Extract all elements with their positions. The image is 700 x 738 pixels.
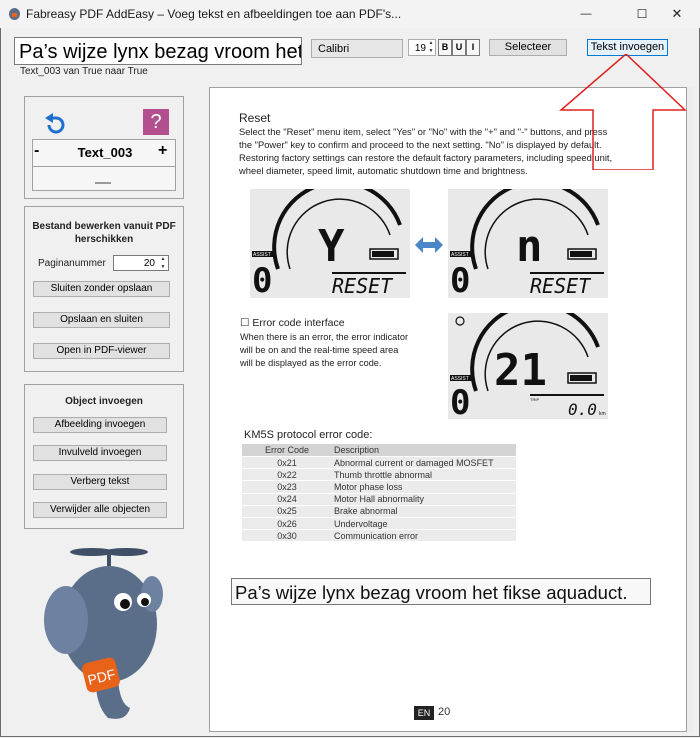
placed-text-object[interactable]: Pa’s wijze lynx bezag vroom het fikse aq… — [231, 578, 651, 605]
lcd-level: 0 — [450, 383, 470, 419]
table-header-cell: Description — [332, 444, 516, 457]
footer-page-number: 20 — [438, 706, 451, 718]
footer-language-badge: EN — [414, 706, 434, 720]
error-interface-heading: ☐ Error code interface — [240, 317, 345, 329]
minimize-button[interactable]: — — [563, 0, 609, 28]
lcd-big-digit: n — [516, 221, 543, 272]
open-in-pdf-viewer-button[interactable]: Open in PDF-viewer — [33, 343, 170, 359]
table-header-cell: Error Code — [242, 444, 332, 457]
lcd-assist-label: ASSIST — [451, 252, 469, 258]
close-button[interactable]: ✕ — [654, 0, 700, 28]
elephant-mascot-icon: PDF — [44, 548, 163, 719]
protocol-title: KM5S protocol error code: — [244, 429, 373, 441]
lcd-level: 0 — [450, 261, 470, 298]
previous-object-button[interactable]: - — [34, 142, 48, 160]
next-object-button[interactable]: + — [158, 142, 172, 160]
help-button[interactable]: ? — [143, 109, 169, 135]
error-code-cell: 0x22 — [242, 468, 332, 481]
close-without-saving-button[interactable]: Sluiten zonder opslaan — [33, 281, 170, 297]
error-code-cell: 0x24 — [242, 492, 332, 506]
reset-heading: Reset — [239, 111, 271, 125]
select-button[interactable]: Selecteer — [489, 39, 567, 56]
red-arrow-annotation-icon — [558, 54, 687, 170]
reset-body-line: Select the "Reset" menu item, select "Ye… — [239, 126, 608, 137]
reset-body-line: wheel diameter, speed limit, automatic s… — [239, 165, 528, 176]
double-arrow-icon — [415, 237, 443, 253]
lcd-trip-label: TRIP — [530, 397, 539, 402]
lcd-reset-label: RESET — [332, 274, 394, 298]
minimize-icon: — — [580, 8, 592, 20]
undo-icon[interactable] — [42, 112, 68, 136]
lcd-trip-value: 0.0 — [568, 400, 597, 419]
insert-group-title: Object invoegen — [65, 396, 143, 407]
lcd-trip-unit: km — [599, 411, 606, 417]
spin-down-icon[interactable]: ▼ — [427, 47, 435, 55]
error-description-cell: Motor phase loss — [332, 480, 516, 494]
insert-image-button[interactable]: Afbeelding invoegen — [33, 417, 167, 433]
table-row: 0x24 Motor Hall abnormality — [242, 492, 516, 506]
navigator-scroll-handle[interactable] — [95, 182, 111, 184]
spin-up-icon[interactable]: ▲ — [427, 39, 435, 47]
insert-field-button[interactable]: Invulveld invoegen — [33, 445, 167, 461]
lcd-level: 0 — [252, 261, 272, 298]
lcd-error-code: 21 — [494, 345, 547, 396]
error-code-cell: 0x23 — [242, 480, 332, 494]
hide-text-button[interactable]: Verberg tekst — [33, 474, 167, 490]
window-title: Fabreasy PDF AddEasy – Voeg tekst en afb… — [26, 7, 402, 21]
underline-button[interactable]: U — [452, 39, 466, 56]
lcd-big-digit: Y — [318, 221, 345, 272]
page-number-spinner[interactable]: ▲ ▼ — [158, 255, 168, 271]
error-description-cell: Thumb throttle abnormal — [332, 468, 516, 481]
error-body-line: will be displayed as the error code. — [240, 358, 382, 368]
vertical-scrollbar[interactable] — [687, 87, 693, 732]
error-description-cell: Motor Hall abnormality — [332, 492, 516, 506]
spin-up-icon[interactable]: ▲ — [158, 255, 168, 263]
font-select[interactable]: Calibri — [311, 39, 403, 58]
table-row: 0x21 Abnormal current or damaged MOSFET — [242, 455, 516, 469]
bold-button[interactable]: B — [438, 39, 452, 56]
table-row: 0x25 Brake abnormal — [242, 504, 516, 518]
italic-button[interactable]: I — [466, 39, 480, 56]
close-icon: ✕ — [671, 6, 683, 21]
table-row: 0x22 Thumb throttle abnormal — [242, 468, 516, 481]
table-row: 0x23 Motor phase loss — [242, 480, 516, 494]
error-description-cell: Abnormal current or damaged MOSFET — [332, 455, 516, 469]
error-description-cell: Communication error — [332, 529, 516, 542]
maximize-icon: ☐ — [636, 7, 648, 21]
lcd-assist-label: ASSIST — [253, 252, 271, 258]
save-and-close-button[interactable]: Opslaan en sluiten — [33, 312, 170, 328]
page-number-label: Paginanummer — [38, 258, 106, 269]
error-description-cell: Brake abnormal — [332, 504, 516, 518]
app-logo-icon — [9, 8, 20, 20]
lcd-reset-no-image: ASSIST 0 n RESET — [448, 189, 608, 298]
text-input-field[interactable]: Pa’s wijze lynx bezag vroom het fik — [14, 37, 302, 65]
error-body-line: When there is an error, the error indica… — [240, 332, 409, 342]
font-size-spinner[interactable]: ▲ ▼ — [427, 39, 435, 56]
status-label: Text_003 van True naar True — [20, 66, 148, 77]
lcd-reset-label: RESET — [530, 274, 592, 298]
current-object-name: Text_003 — [77, 145, 133, 160]
error-code-cell: 0x21 — [242, 455, 332, 469]
table-row: 0x26 Undervoltage — [242, 516, 516, 530]
error-description-cell: Undervoltage — [332, 516, 516, 530]
error-code-table: Error Code Description 0x21 Abnormal curr… — [242, 444, 516, 542]
remove-all-objects-button[interactable]: Verwijder alle objecten — [33, 502, 167, 518]
edit-group-title: Bestand bewerken vanuit PDF herschikken — [32, 221, 176, 245]
lcd-reset-yes-image: ASSIST 0 Y RESET — [250, 189, 410, 298]
navigator-divider — [33, 166, 175, 167]
reset-body-line: the "Power" key to confirm and proceed t… — [239, 139, 602, 150]
table-header-row: Error Code Description — [242, 444, 516, 457]
table-row: 0x30 Communication error — [242, 529, 516, 542]
spin-down-icon[interactable]: ▼ — [158, 263, 168, 271]
error-code-cell: 0x25 — [242, 504, 332, 518]
error-body-line: will be on and the real-time speed area — [240, 345, 399, 355]
error-code-cell: 0x30 — [242, 529, 332, 542]
lcd-error-code-image: ASSIST 0 21 TRIP 0.0 km — [448, 313, 608, 419]
lcd-assist-label: ASSIST — [451, 376, 469, 382]
error-code-cell: 0x26 — [242, 516, 332, 530]
reset-body-line: Restoring factory settings can restore t… — [239, 152, 613, 163]
